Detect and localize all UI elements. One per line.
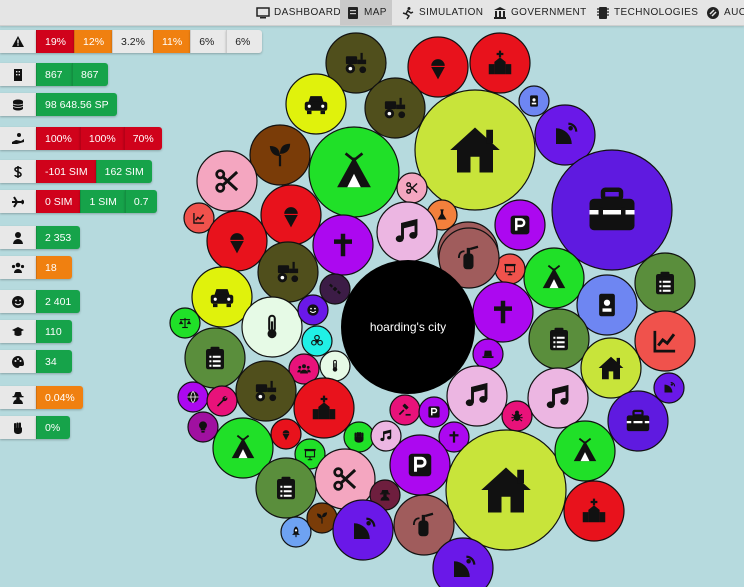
building-bubble[interactable]	[634, 252, 696, 314]
building-bubble[interactable]	[184, 327, 246, 389]
building-bubble[interactable]	[446, 365, 508, 427]
globe-icon	[187, 391, 199, 404]
building-bubble[interactable]	[308, 126, 400, 218]
building-bubble[interactable]	[257, 241, 319, 303]
building-bubble[interactable]	[554, 420, 616, 482]
clipboard-icon	[206, 346, 224, 370]
fist-icon	[354, 431, 364, 443]
building-bubble[interactable]	[343, 421, 375, 453]
building-bubble[interactable]	[187, 411, 219, 443]
id-badge-icon	[530, 95, 538, 107]
building-bubble[interactable]	[177, 381, 209, 413]
building-bubble[interactable]	[396, 172, 428, 204]
building-bubble[interactable]	[312, 214, 374, 276]
building-bubble[interactable]	[472, 338, 504, 370]
parking-icon	[428, 406, 440, 418]
building-bubble[interactable]	[301, 325, 333, 357]
building-bubble[interactable]	[319, 350, 351, 382]
parking-icon	[510, 215, 530, 235]
bubble-circle	[389, 394, 421, 426]
building-bubble[interactable]	[206, 385, 238, 417]
building-bubble[interactable]	[389, 434, 451, 496]
bubble-circle	[376, 201, 438, 263]
building-bubble[interactable]	[169, 307, 201, 339]
building-bubble[interactable]	[235, 360, 297, 422]
bubble-circle	[527, 367, 589, 429]
building-bubble[interactable]	[297, 294, 329, 326]
id-badge-icon	[599, 293, 615, 317]
building-bubble[interactable]	[494, 199, 546, 251]
city-name: hoarding's city	[370, 320, 446, 334]
building-bubble[interactable]	[518, 85, 550, 117]
building-bubble[interactable]	[332, 499, 394, 561]
city-bubble-map: hoarding's city	[169, 32, 696, 587]
building-bubble[interactable]	[376, 201, 438, 263]
building-bubble[interactable]	[418, 396, 450, 428]
smile-icon	[307, 304, 319, 316]
building-bubble[interactable]	[527, 367, 589, 429]
building-bubble[interactable]	[389, 394, 421, 426]
building-bubble[interactable]	[206, 210, 268, 272]
building-bubble[interactable]	[285, 73, 347, 135]
parking-icon	[408, 453, 432, 477]
bubble-circle	[446, 365, 508, 427]
building-bubble[interactable]	[528, 308, 590, 370]
clipboard-icon	[550, 327, 568, 351]
building-bubble[interactable]	[523, 247, 585, 309]
building-bubble[interactable]	[255, 457, 317, 519]
clipboard-icon	[656, 271, 674, 295]
building-bubble[interactable]	[241, 296, 303, 358]
building-bubble[interactable]	[260, 184, 322, 246]
building-bubble[interactable]	[580, 337, 642, 399]
building-bubble[interactable]	[280, 516, 312, 548]
building-bubble[interactable]	[249, 124, 311, 186]
building-bubble[interactable]	[414, 89, 536, 211]
building-bubble[interactable]	[634, 310, 696, 372]
building-bubble[interactable]	[472, 281, 534, 343]
building-bubble[interactable]	[270, 418, 302, 450]
building-bubble[interactable]	[469, 32, 531, 94]
city-center[interactable]: hoarding's city	[341, 260, 475, 394]
building-bubble[interactable]	[196, 150, 258, 212]
clipboard-icon	[277, 476, 295, 500]
building-bubble[interactable]	[501, 400, 533, 432]
building-bubble[interactable]	[607, 390, 669, 452]
building-bubble[interactable]	[563, 480, 625, 542]
building-bubble[interactable]	[445, 429, 567, 551]
building-bubble[interactable]	[293, 377, 355, 439]
building-bubble[interactable]	[364, 77, 426, 139]
